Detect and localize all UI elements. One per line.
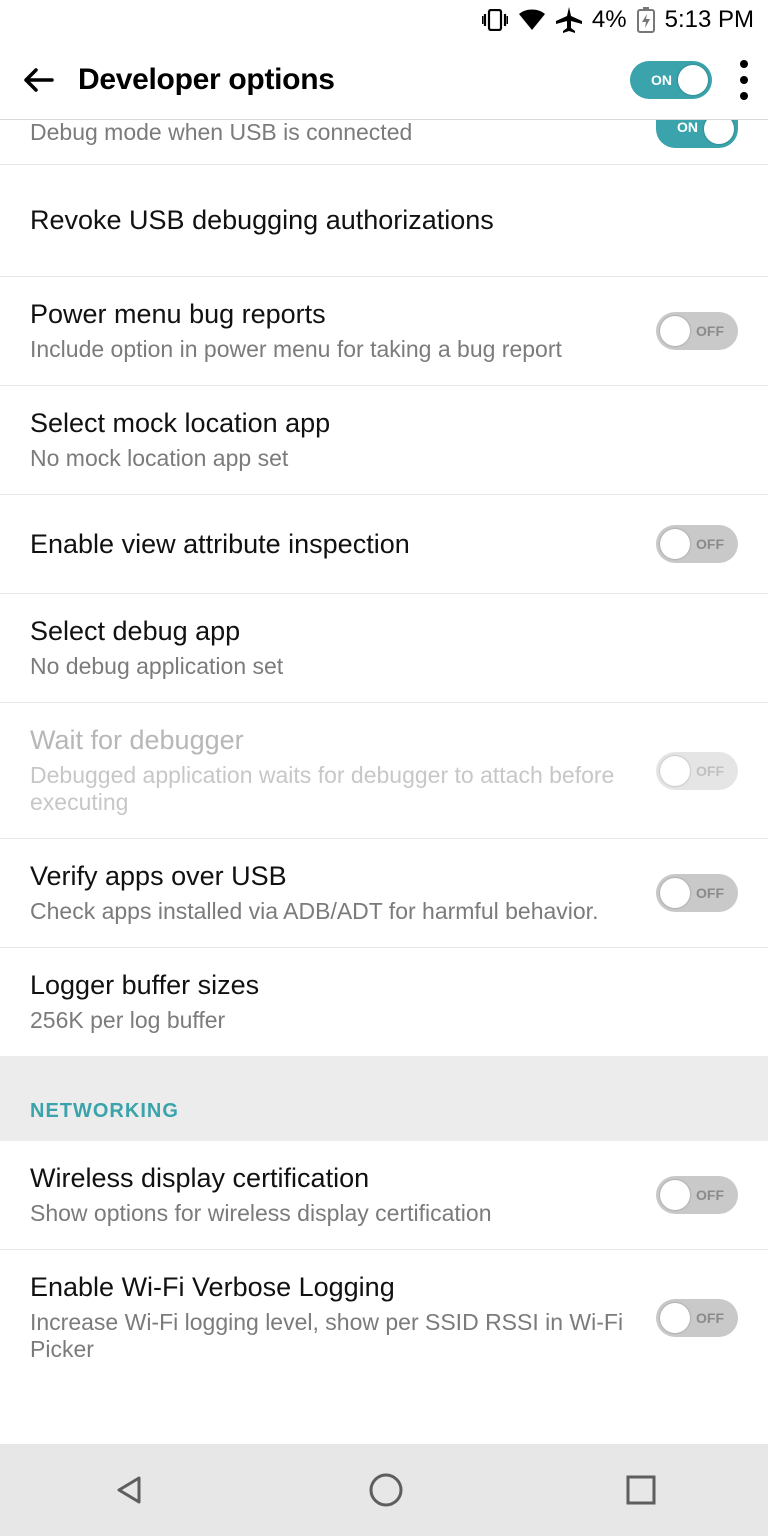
master-toggle[interactable]: ON: [630, 61, 712, 99]
toggle-verify-apps-usb[interactable]: OFF: [656, 874, 738, 912]
item-select-debug-app[interactable]: Select debug app No debug application se…: [0, 594, 768, 703]
item-usb-debugging[interactable]: USB debugging Debug mode when USB is con…: [0, 120, 768, 165]
settings-list[interactable]: USB debugging Debug mode when USB is con…: [0, 120, 768, 1444]
navigation-bar: [0, 1444, 768, 1536]
nav-recent-icon[interactable]: [623, 1472, 659, 1508]
item-view-attribute-inspection[interactable]: Enable view attribute inspection OFF: [0, 495, 768, 594]
clock: 5:13 PM: [665, 6, 754, 34]
nav-home-icon[interactable]: [366, 1470, 406, 1510]
toggle-wireless-display-cert[interactable]: OFF: [656, 1176, 738, 1214]
section-networking: NETWORKING: [0, 1056, 768, 1141]
back-icon[interactable]: [20, 62, 56, 98]
nav-back-icon[interactable]: [109, 1470, 149, 1510]
airplane-icon: [556, 7, 582, 33]
item-wireless-display-cert[interactable]: Wireless display certification Show opti…: [0, 1141, 768, 1250]
vibrate-icon: [482, 9, 508, 31]
toggle-usb-debugging[interactable]: ON: [656, 120, 738, 148]
app-header: Developer options ON: [0, 40, 768, 120]
wifi-icon: [518, 9, 546, 31]
item-power-menu-bug-reports[interactable]: Power menu bug reports Include option in…: [0, 277, 768, 386]
item-wait-for-debugger: Wait for debugger Debugged application w…: [0, 703, 768, 839]
item-verify-apps-usb[interactable]: Verify apps over USB Check apps installe…: [0, 839, 768, 948]
overflow-menu-icon[interactable]: [740, 60, 748, 100]
toggle-power-menu-bug-reports[interactable]: OFF: [656, 312, 738, 350]
item-mock-location[interactable]: Select mock location app No mock locatio…: [0, 386, 768, 495]
page-title: Developer options: [78, 63, 630, 97]
toggle-wait-for-debugger: OFF: [656, 752, 738, 790]
toggle-wifi-verbose-logging[interactable]: OFF: [656, 1299, 738, 1337]
battery-percent: 4%: [592, 6, 627, 34]
item-revoke-usb-auth[interactable]: Revoke USB debugging authorizations: [0, 165, 768, 277]
item-wifi-verbose-logging[interactable]: Enable Wi-Fi Verbose Logging Increase Wi…: [0, 1250, 768, 1385]
battery-icon: [637, 7, 655, 33]
item-logger-buffer-sizes[interactable]: Logger buffer sizes 256K per log buffer: [0, 948, 768, 1056]
status-bar: 4% 5:13 PM: [0, 0, 768, 40]
toggle-view-attribute-inspection[interactable]: OFF: [656, 525, 738, 563]
